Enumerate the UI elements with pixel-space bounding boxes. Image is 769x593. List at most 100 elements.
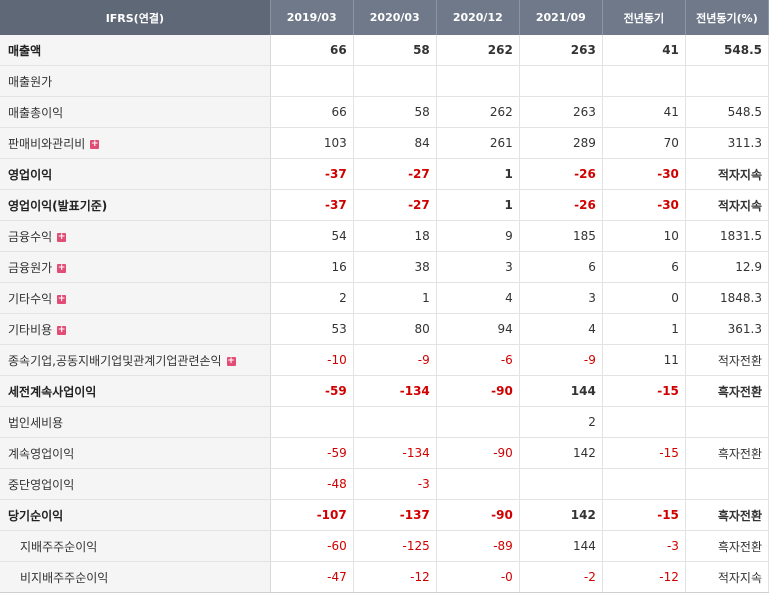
table-cell: -15 <box>602 375 686 407</box>
table-cell: -47 <box>270 561 354 593</box>
table-cell: -134 <box>353 375 437 407</box>
table-cell: 262 <box>436 35 520 66</box>
table-cell: -3 <box>602 530 686 562</box>
row-label: 당기순이익 <box>0 499 271 531</box>
table-row: 지배주주순이익 -60 -125 -89 144 -3 흑자전환 <box>0 530 769 562</box>
table-cell: 548.5 <box>685 96 769 128</box>
table-cell: -134 <box>353 437 437 469</box>
expand-plus-icon[interactable]: + <box>57 263 67 273</box>
table-row: 영업이익 -37 -27 1 -26 -30 적자지속 <box>0 158 769 190</box>
row-label: 영업이익(발표기준) <box>0 189 271 221</box>
table-cell <box>353 65 437 97</box>
table-cell: -60 <box>270 530 354 562</box>
table-cell: -9 <box>519 344 603 376</box>
table-row: 매출액 66 58 262 263 41 548.5 <box>0 35 769 66</box>
table-cell: 142 <box>519 437 603 469</box>
row-label-text: 계속영업이익 <box>8 446 75 461</box>
table-cell: 2 <box>519 406 603 438</box>
table-cell: 38 <box>353 251 437 283</box>
header-yoy: 전년동기 <box>602 0 686 35</box>
table-cell: -59 <box>270 375 354 407</box>
row-label: 금융원가 + <box>0 251 271 283</box>
expand-plus-icon[interactable]: + <box>90 139 100 149</box>
table-cell: 185 <box>519 220 603 252</box>
table-cell: 103 <box>270 127 354 159</box>
table-cell: -6 <box>436 344 520 376</box>
expand-plus-icon[interactable]: + <box>57 232 67 242</box>
table-cell <box>436 65 520 97</box>
table-cell: 4 <box>436 282 520 314</box>
table-cell: 142 <box>519 499 603 531</box>
row-label-text: 판매비와관리비 <box>8 136 86 151</box>
table-cell: -107 <box>270 499 354 531</box>
row-label-text: 기타수익 <box>8 291 53 306</box>
table-cell: -90 <box>436 375 520 407</box>
table-cell: -27 <box>353 189 437 221</box>
row-label: 세전계속사업이익 <box>0 375 271 407</box>
table-cell <box>519 65 603 97</box>
table-row: 기타비용 +53 80 94 4 1 361.3 <box>0 313 769 345</box>
table-cell: -90 <box>436 437 520 469</box>
table-cell <box>270 65 354 97</box>
header-2020-03: 2020/03 <box>353 0 437 35</box>
table-cell: 70 <box>602 127 686 159</box>
expand-plus-icon[interactable]: + <box>226 356 236 366</box>
row-label: 종속기업,공동지배기업및관계기업관련손익 + <box>0 344 271 376</box>
row-label: 금융수익 + <box>0 220 271 252</box>
table-cell: 144 <box>519 530 603 562</box>
table-cell <box>602 406 686 438</box>
table-cell: -0 <box>436 561 520 593</box>
table-cell: 흑자전환 <box>685 437 769 469</box>
table-cell: -125 <box>353 530 437 562</box>
table-cell: 18 <box>353 220 437 252</box>
table-cell: 3 <box>519 282 603 314</box>
table-cell: 84 <box>353 127 437 159</box>
table-cell: 적자지속 <box>685 158 769 190</box>
row-label: 매출액 <box>0 35 271 66</box>
table-cell: 80 <box>353 313 437 345</box>
row-label-text: 기타비용 <box>8 322 53 337</box>
table-cell: 58 <box>353 96 437 128</box>
table-cell: 1848.3 <box>685 282 769 314</box>
table-cell: -26 <box>519 189 603 221</box>
table-row: 중단영업이익 -48 -3 <box>0 468 769 500</box>
expand-plus-icon[interactable]: + <box>57 325 67 335</box>
table-cell <box>270 406 354 438</box>
row-label-text: 매출총이익 <box>8 105 64 120</box>
table-cell: 262 <box>436 96 520 128</box>
table-cell: 적자전환 <box>685 344 769 376</box>
table-cell <box>436 406 520 438</box>
table-cell: 6 <box>519 251 603 283</box>
table-row: 금융원가 +16 38 3 6 6 12.9 <box>0 251 769 283</box>
table-row: 계속영업이익 -59 -134 -90 142 -15 흑자전환 <box>0 437 769 469</box>
table-cell: -30 <box>602 158 686 190</box>
table-cell: 16 <box>270 251 354 283</box>
table-cell: -48 <box>270 468 354 500</box>
row-label: 중단영업이익 <box>0 468 271 500</box>
table-row: 당기순이익 -107 -137 -90 142 -15 흑자전환 <box>0 499 769 531</box>
table-cell <box>353 406 437 438</box>
table-cell: 144 <box>519 375 603 407</box>
row-label: 매출총이익 <box>0 96 271 128</box>
row-label-text: 중단영업이익 <box>8 477 75 492</box>
table-cell: 1 <box>353 282 437 314</box>
table-cell: -2 <box>519 561 603 593</box>
expand-plus-icon[interactable]: + <box>57 294 67 304</box>
table-cell: 3 <box>436 251 520 283</box>
table-cell: -15 <box>602 499 686 531</box>
table-cell: 66 <box>270 35 354 66</box>
table-cell: 58 <box>353 35 437 66</box>
table-row: 영업이익(발표기준) -37 -27 1 -26 -30 적자지속 <box>0 189 769 221</box>
table-cell: -59 <box>270 437 354 469</box>
table-cell <box>436 468 520 500</box>
header-ifrs[interactable]: IFRS(연결) <box>0 0 271 35</box>
table-cell <box>602 65 686 97</box>
table-cell: 1 <box>436 158 520 190</box>
table-cell: -90 <box>436 499 520 531</box>
table-cell: -12 <box>353 561 437 593</box>
table-cell: 적자지속 <box>685 561 769 593</box>
table-cell: 6 <box>602 251 686 283</box>
table-cell: -30 <box>602 189 686 221</box>
row-label-text: 금융수익 <box>8 229 53 244</box>
row-label-text: 영업이익(발표기준) <box>8 198 108 213</box>
